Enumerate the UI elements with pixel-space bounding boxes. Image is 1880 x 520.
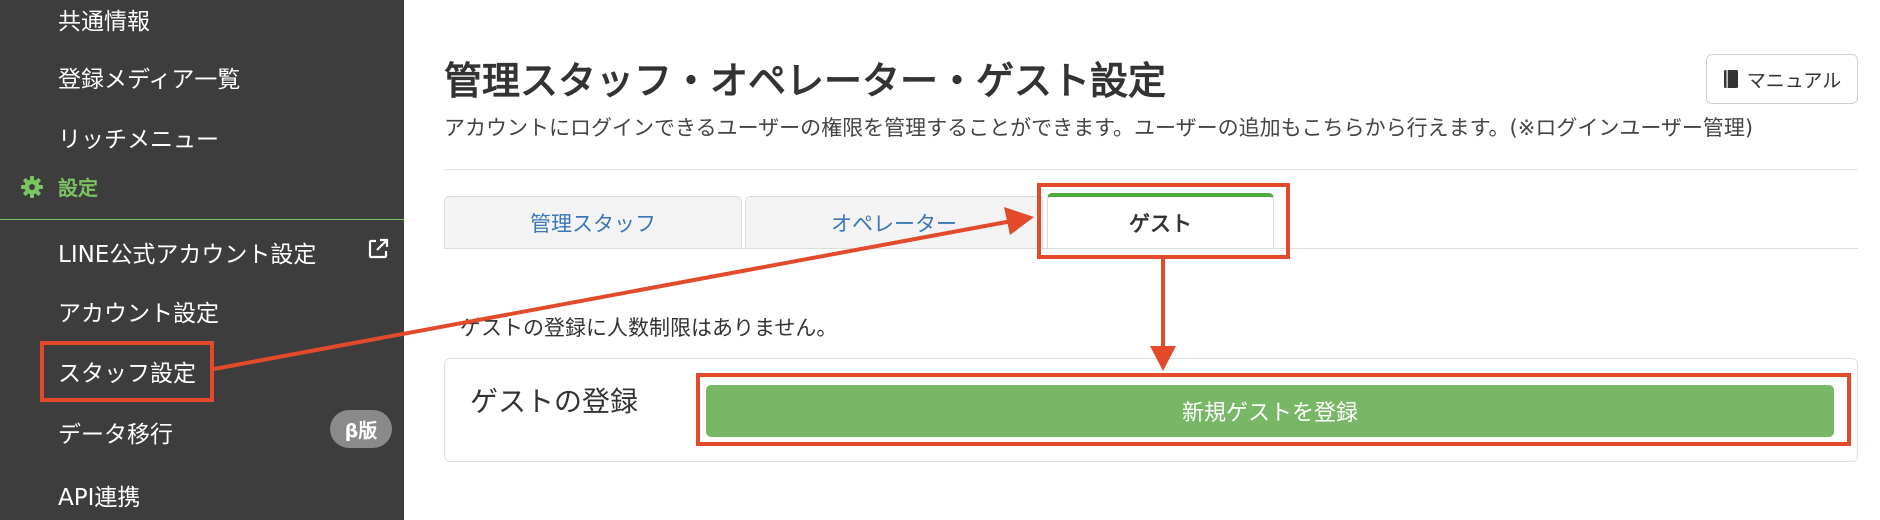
- manual-button[interactable]: マニュアル: [1706, 54, 1858, 104]
- sidebar-item-common-info[interactable]: 共通情報: [58, 2, 150, 36]
- annotation-box-register-button: [696, 373, 1851, 446]
- guest-registration-label: ゲストの登録: [470, 385, 639, 418]
- beta-badge: β版: [330, 410, 392, 448]
- sidebar-item-api-integration[interactable]: API連携: [58, 478, 140, 512]
- external-link-icon[interactable]: [366, 237, 390, 261]
- page-title: 管理スタッフ・オペレーター・ゲスト設定: [444, 59, 1167, 103]
- book-icon: [1723, 70, 1738, 88]
- sidebar-item-rich-menu[interactable]: リッチメニュー: [58, 120, 219, 154]
- sidebar-item-registered-media[interactable]: 登録メディア一覧: [58, 60, 240, 94]
- sidebar-divider: [0, 219, 404, 220]
- sidebar-section-settings: 設定: [20, 172, 98, 201]
- annotation-box-guest-tab: [1037, 183, 1290, 259]
- header-divider: [444, 169, 1858, 170]
- sidebar: 共通情報 登録メディア一覧 リッチメニュー 設定 LINE公式アカウント設定 ア…: [0, 0, 404, 520]
- tab-operator[interactable]: オペレーター: [745, 196, 1043, 248]
- sidebar-item-account-settings[interactable]: アカウント設定: [58, 294, 219, 328]
- gear-icon: [21, 175, 43, 198]
- guest-limit-note: ゲストの登録に人数制限はありません。: [460, 316, 838, 340]
- sidebar-item-data-migration[interactable]: データ移行: [58, 415, 173, 449]
- annotation-box-staff-settings: [40, 341, 214, 402]
- manual-button-label: マニュアル: [1746, 69, 1842, 92]
- page-description: アカウントにログインできるユーザーの権限を管理することができます。ユーザーの追加…: [444, 116, 1754, 140]
- sidebar-section-label: 設定: [58, 176, 98, 200]
- tab-admin-staff[interactable]: 管理スタッフ: [444, 196, 742, 248]
- sidebar-item-line-account-settings[interactable]: LINE公式アカウント設定: [58, 235, 316, 269]
